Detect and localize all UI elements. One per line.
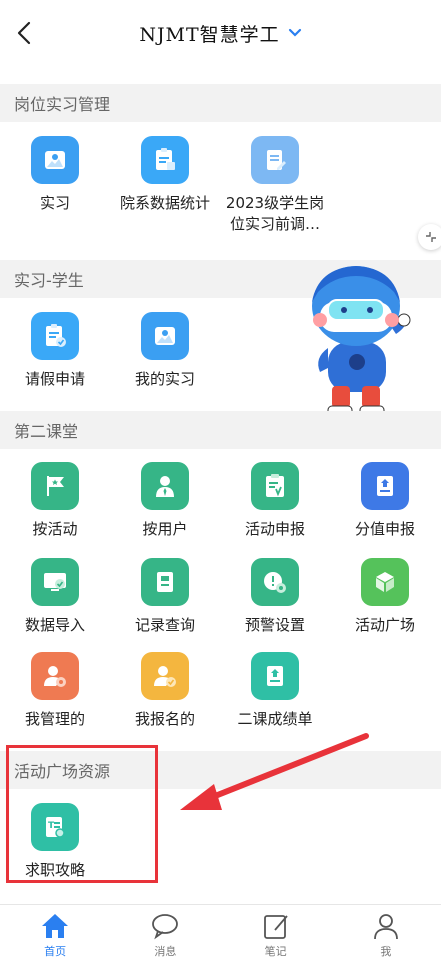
tile-by-user[interactable]: 按用户: [110, 462, 220, 540]
annotation-arrow: [180, 733, 369, 810]
page-title: NJMT智慧学工: [139, 23, 280, 46]
collapse-button[interactable]: [418, 224, 441, 250]
tile-warning-settings[interactable]: 预警设置: [220, 558, 330, 636]
cube-icon: [361, 558, 409, 606]
photo-icon: [141, 312, 189, 360]
tile-record-query[interactable]: 记录查询: [110, 558, 220, 636]
back-button[interactable]: [12, 20, 36, 46]
tab-messages[interactable]: 消息: [110, 905, 220, 966]
mascot-illustration: [312, 266, 411, 417]
tile-activity-square[interactable]: 活动广场: [330, 558, 440, 636]
person-icon: [373, 914, 398, 940]
tile-score-apply[interactable]: 分值申报: [330, 462, 440, 540]
bottom-tab-bar: 首页 消息 笔记 我: [0, 904, 441, 966]
tile-second-class-transcript[interactable]: 二课成绩单: [220, 652, 330, 730]
tile-internship[interactable]: 实习: [0, 136, 110, 214]
alert-gear-icon: [251, 558, 299, 606]
badge-doc-icon: [361, 462, 409, 510]
section-grid-second-classroom: 按活动 按用户 活动申报 分值申报 数据导入 记录查询 预警设置 活动广场 我管…: [0, 449, 441, 751]
section-header-second-classroom: 第二课堂: [0, 411, 441, 449]
document-edit-icon: [251, 136, 299, 184]
home-icon: [42, 914, 69, 938]
chevron-left-icon: [17, 21, 31, 45]
chat-bubble-icon: [152, 914, 179, 940]
user-check-icon: [141, 652, 189, 700]
tile-data-import[interactable]: 数据导入: [0, 558, 110, 636]
tile-my-internship[interactable]: 我的实习: [110, 312, 220, 390]
tab-me[interactable]: 我: [331, 905, 441, 966]
tile-managed-by-me[interactable]: 我管理的: [0, 652, 110, 730]
book-icon: [141, 558, 189, 606]
monitor-check-icon: [31, 558, 79, 606]
collapse-arrows-icon: [426, 232, 436, 242]
tile-dept-statistics[interactable]: 院系数据统计: [110, 136, 220, 214]
photo-icon: [31, 136, 79, 184]
annotation-highlight-box: [6, 745, 158, 883]
tile-leave-request[interactable]: 请假申请: [0, 312, 110, 390]
section-header-internship-management: 岗位实习管理: [0, 84, 441, 122]
tile-activity-apply[interactable]: 活动申报: [220, 462, 330, 540]
tab-notes[interactable]: 笔记: [221, 905, 331, 966]
flag-icon: [31, 462, 79, 510]
tile-pre-internship-survey[interactable]: 2023级学生岗位实习前调…: [220, 136, 330, 235]
tile-by-activity[interactable]: 按活动: [0, 462, 110, 540]
user-gear-icon: [31, 652, 79, 700]
app-switcher[interactable]: NJMT智慧学工: [139, 20, 301, 47]
clipboard-check-icon: [31, 312, 79, 360]
note-edit-icon: [263, 915, 288, 939]
tile-registered-by-me[interactable]: 我报名的: [110, 652, 220, 730]
tab-home[interactable]: 首页: [0, 905, 110, 966]
section-grid-internship-management: 实习 院系数据统计 2023级学生岗位实习前调…: [0, 122, 441, 260]
chevron-down-icon: [288, 28, 301, 37]
clipboard-v-icon: [251, 462, 299, 510]
clipboard-chart-icon: [141, 136, 189, 184]
user-tie-icon: [141, 462, 189, 510]
top-bar: NJMT智慧学工: [0, 0, 441, 66]
certificate-icon: [251, 652, 299, 700]
